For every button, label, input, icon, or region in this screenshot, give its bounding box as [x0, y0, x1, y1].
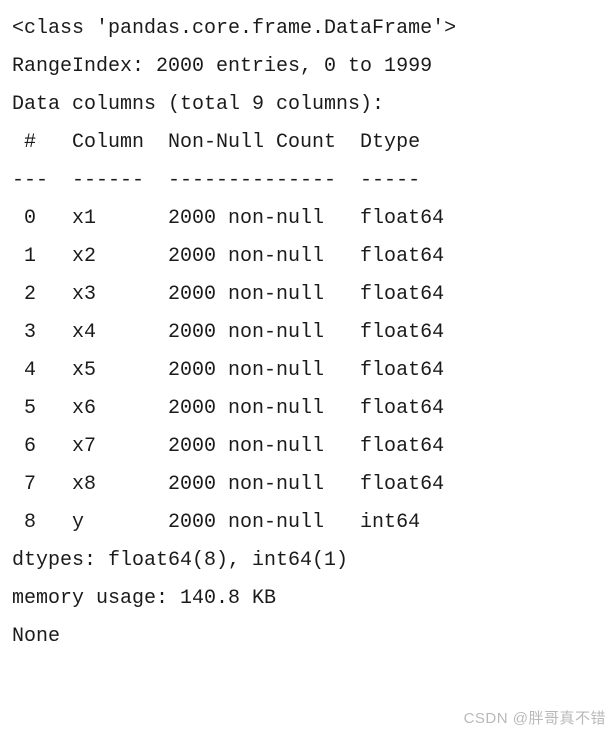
table-row: 5 x6 2000 non-null float64	[12, 390, 604, 428]
class-line: <class 'pandas.core.frame.DataFrame'>	[12, 10, 604, 48]
table-row: 7 x8 2000 non-null float64	[12, 466, 604, 504]
table-row: 0 x1 2000 non-null float64	[12, 200, 604, 238]
data-columns-line: Data columns (total 9 columns):	[12, 86, 604, 124]
table-row: 8 y 2000 non-null int64	[12, 504, 604, 542]
table-row: 6 x7 2000 non-null float64	[12, 428, 604, 466]
watermark-text: CSDN @胖哥真不错	[464, 705, 606, 734]
memory-usage-line: memory usage: 140.8 KB	[12, 580, 604, 618]
column-header-line: # Column Non-Null Count Dtype	[12, 124, 604, 162]
table-row: 3 x4 2000 non-null float64	[12, 314, 604, 352]
range-index-line: RangeIndex: 2000 entries, 0 to 1999	[12, 48, 604, 86]
table-row: 4 x5 2000 non-null float64	[12, 352, 604, 390]
table-row: 2 x3 2000 non-null float64	[12, 276, 604, 314]
column-divider-line: --- ------ -------------- -----	[12, 162, 604, 200]
dtypes-line: dtypes: float64(8), int64(1)	[12, 542, 604, 580]
none-line: None	[12, 618, 604, 656]
column-rows: 0 x1 2000 non-null float64 1 x2 2000 non…	[12, 200, 604, 542]
table-row: 1 x2 2000 non-null float64	[12, 238, 604, 276]
